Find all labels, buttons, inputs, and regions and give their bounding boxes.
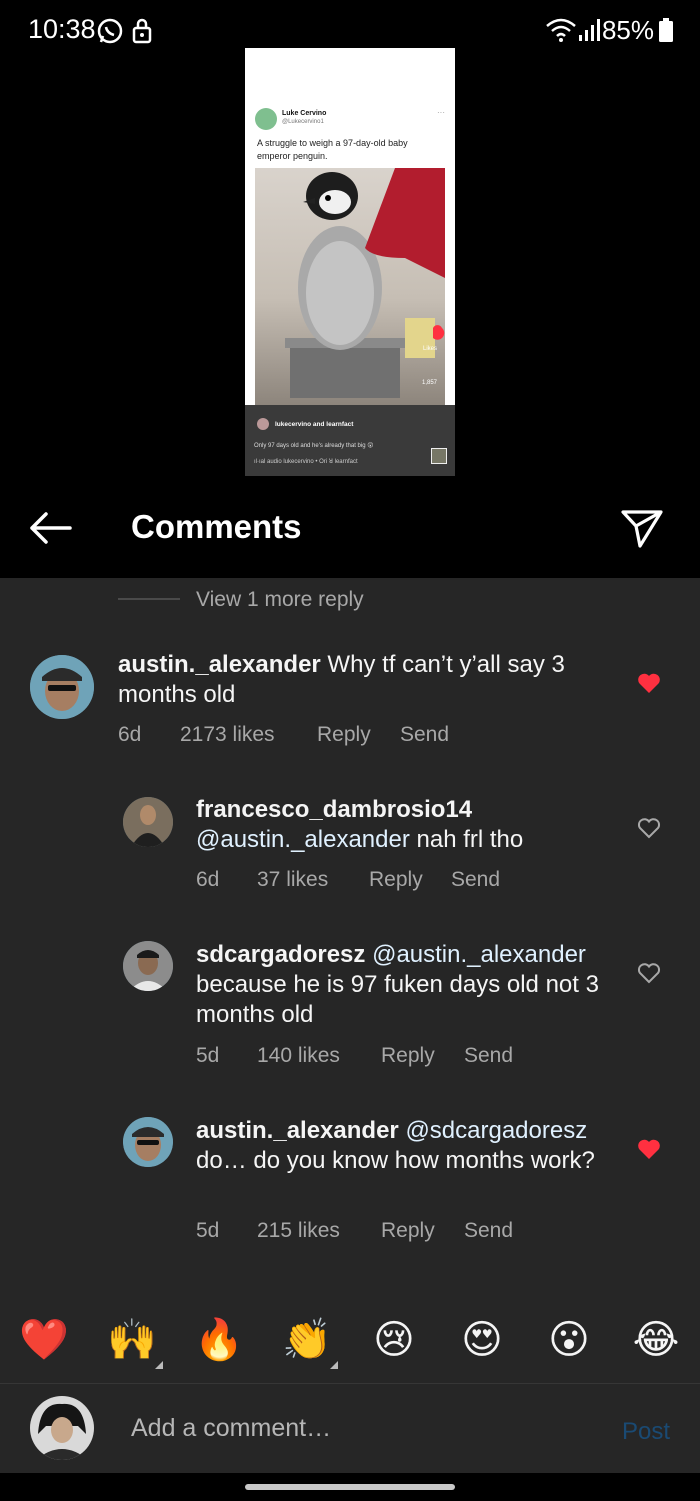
comment-age: 5d: [196, 1044, 220, 1067]
send-button[interactable]: Send: [451, 868, 500, 892]
skin-tone-indicator: [330, 1361, 338, 1369]
emoji-fire[interactable]: 🔥: [194, 1315, 244, 1365]
comment-likes[interactable]: 2173 likes: [180, 723, 275, 747]
tweet-avatar: [255, 108, 277, 130]
tweet-text: A struggle to weigh a 97-day-old baby em…: [257, 138, 408, 161]
comment-count: 1,857: [421, 380, 437, 386]
avatar[interactable]: [123, 797, 173, 847]
heart-outline-icon[interactable]: [637, 962, 661, 984]
my-avatar: [30, 1396, 94, 1460]
page-title: Comments: [131, 508, 302, 545]
reply-button[interactable]: Reply: [381, 1044, 435, 1068]
emoji-heart-eyes[interactable]: 😍: [457, 1315, 507, 1365]
send-button[interactable]: Send: [464, 1044, 513, 1068]
comment-input[interactable]: [131, 1414, 571, 1443]
comment-mention[interactable]: @sdcargadoresz: [405, 1117, 587, 1144]
reply-button[interactable]: Reply: [369, 868, 423, 892]
comment-body: sdcargadoresz @austin._alexander because…: [196, 940, 616, 1030]
battery-icon: [659, 18, 673, 42]
avatar-image: [30, 1396, 94, 1460]
avatar-image: [123, 797, 173, 847]
comment-likes[interactable]: 140 likes: [257, 1044, 340, 1068]
view-more-replies[interactable]: View 1 more reply: [196, 588, 364, 612]
comment-mention[interactable]: @austin._alexander: [196, 826, 410, 853]
thread-line: [118, 598, 180, 600]
comment-body: francesco_dambrosio14 @austin._alexander…: [196, 795, 606, 855]
likes-label: Likes: [422, 346, 437, 352]
emoji-clapping[interactable]: 👏: [282, 1315, 332, 1365]
emoji-laughing[interactable]: 😂: [631, 1315, 681, 1365]
reel-audio: ıl·ıal audio lukecervino • Ori ꓤ learnfa…: [254, 459, 358, 465]
emoji-quick-bar: ❤️ 🙌 🔥 👏 😢 😍 😮 😂: [0, 1305, 700, 1383]
emoji-heart[interactable]: ❤️: [19, 1315, 69, 1365]
tweet-author-handle: @Lukecervino1: [282, 119, 324, 125]
post-preview[interactable]: Luke Cervino @Lukecervino1 ··· A struggl…: [245, 48, 455, 476]
comment-age: 6d: [196, 868, 220, 891]
comment-likes[interactable]: 37 likes: [257, 868, 328, 892]
avatar[interactable]: [123, 941, 173, 991]
reply-button[interactable]: Reply: [317, 723, 371, 747]
reel-info-strip: [245, 405, 455, 476]
comment-username[interactable]: austin._alexander: [118, 651, 321, 678]
emoji-surprised[interactable]: 😮: [544, 1315, 594, 1365]
battery-percent: 85%: [601, 15, 654, 45]
system-nav-bar: [0, 1473, 700, 1501]
reel-user: lukecervino and learnfact: [275, 421, 354, 428]
post-button[interactable]: Post: [622, 1418, 670, 1446]
comment-username[interactable]: austin._alexander: [196, 1117, 399, 1144]
comment-text: do… do you know how months work?: [196, 1147, 595, 1174]
share-send-icon[interactable]: [620, 506, 664, 550]
heart-outline-icon[interactable]: [637, 817, 661, 839]
avatar-image: [123, 1117, 173, 1167]
comment-text: because he is 97 fuken days old not 3 mo…: [196, 971, 599, 1028]
avatar[interactable]: [123, 1117, 173, 1167]
comments-list: View 1 more reply austin._alexander Why …: [0, 578, 700, 1383]
comment-body: austin._alexander Why tf can’t y’all say…: [118, 650, 598, 710]
skin-tone-indicator: [155, 1361, 163, 1369]
comments-header: Comments: [0, 478, 700, 578]
send-button[interactable]: Send: [400, 723, 449, 747]
status-time: 10:38: [28, 14, 96, 44]
reel-user-avatar: [257, 418, 269, 430]
reply-button[interactable]: Reply: [381, 1219, 435, 1243]
avatar-image: [30, 655, 94, 719]
wifi-icon: [546, 18, 576, 42]
penguin-illustration: [285, 168, 445, 398]
comment-body: austin._alexander @sdcargadoresz do… do …: [196, 1116, 616, 1176]
comment-username[interactable]: francesco_dambrosio14: [196, 796, 472, 823]
audio-thumbnail: [431, 448, 447, 464]
tweet-author-name: Luke Cervino: [282, 110, 327, 117]
emoji-crying[interactable]: 😢: [369, 1315, 419, 1365]
heart-liked-icon[interactable]: [637, 1138, 661, 1160]
more-icon: ···: [437, 108, 445, 117]
avatar[interactable]: [30, 655, 94, 719]
heart-liked-icon[interactable]: [637, 672, 661, 694]
whatsapp-icon: [97, 18, 123, 44]
comment-text: nah frl tho: [409, 826, 524, 853]
comment-composer: Post: [0, 1383, 700, 1473]
send-button[interactable]: Send: [464, 1219, 513, 1243]
reel-caption: Only 97 days old and he's already that b…: [254, 443, 374, 449]
comment-mention[interactable]: @austin._alexander: [372, 941, 586, 968]
comment-age: 6d: [118, 723, 142, 746]
penguin-video: Likes 1,857: [255, 168, 445, 405]
signal-icon: [579, 19, 600, 41]
lock-icon: [132, 18, 152, 44]
comment-likes[interactable]: 215 likes: [257, 1219, 340, 1243]
back-arrow-icon[interactable]: [26, 508, 74, 548]
emoji-raised-hands[interactable]: 🙌: [107, 1315, 157, 1365]
comment-age: 5d: [196, 1219, 220, 1242]
avatar-image: [123, 941, 173, 991]
home-indicator[interactable]: [245, 1484, 455, 1490]
comment-username[interactable]: sdcargadoresz: [196, 941, 365, 968]
